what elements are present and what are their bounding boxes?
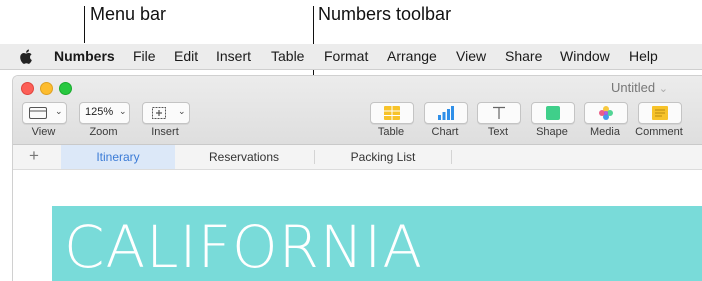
- tab-reservations[interactable]: Reservations: [175, 145, 313, 169]
- menu-edit[interactable]: Edit: [174, 48, 198, 64]
- menu-table[interactable]: Table: [271, 48, 304, 64]
- zoom-value: 125%: [85, 106, 114, 118]
- tab-packing-list[interactable]: Packing List: [315, 145, 451, 169]
- shape-button[interactable]: [531, 102, 575, 124]
- media-label: Media: [590, 126, 620, 138]
- zoom-label: Zoom: [89, 126, 118, 138]
- tab-itinerary[interactable]: Itinerary: [61, 145, 175, 169]
- menu-app-numbers[interactable]: Numbers: [54, 48, 115, 64]
- banner-title[interactable]: CALIFORNIA: [64, 212, 423, 281]
- document-title[interactable]: Untitled ⌄: [611, 80, 668, 95]
- document-title-text: Untitled: [611, 80, 656, 95]
- chart-button[interactable]: [424, 102, 468, 124]
- table-button[interactable]: [370, 102, 414, 124]
- menu-window[interactable]: Window: [560, 48, 610, 64]
- view-label: View: [31, 126, 56, 138]
- menu-arrange[interactable]: Arrange: [387, 48, 437, 64]
- chevron-down-icon: ⌄: [119, 106, 127, 116]
- shape-label: Shape: [536, 126, 568, 138]
- photos-flower-icon: [599, 106, 613, 120]
- text-label: Text: [487, 126, 509, 138]
- chevron-down-icon: ⌄: [55, 106, 63, 116]
- chevron-down-icon: ⌄: [178, 106, 186, 116]
- menu-file[interactable]: File: [133, 48, 156, 64]
- title-banner[interactable]: CALIFORNIA: [52, 206, 702, 281]
- comment-button[interactable]: [638, 102, 682, 124]
- minimize-window-button[interactable]: [40, 82, 53, 95]
- insert-button[interactable]: ⌄: [142, 102, 190, 124]
- zoom-button[interactable]: 125% ⌄: [79, 102, 130, 124]
- comment-label: Comment: [635, 126, 683, 138]
- insert-plus-icon: [152, 107, 166, 119]
- table-label: Table: [377, 126, 405, 138]
- media-button[interactable]: [584, 102, 628, 124]
- sheet-canvas[interactable]: CALIFORNIA: [13, 170, 702, 281]
- zoom-window-button[interactable]: [59, 82, 72, 95]
- apple-icon[interactable]: [19, 49, 33, 64]
- menu-format[interactable]: Format: [324, 48, 368, 64]
- comment-note-icon: [652, 106, 668, 120]
- menu-help[interactable]: Help: [629, 48, 658, 64]
- toolbar-callout-label: Numbers toolbar: [318, 4, 452, 24]
- menu-share[interactable]: Share: [505, 48, 542, 64]
- text-button[interactable]: [477, 102, 521, 124]
- text-icon: [493, 106, 505, 119]
- menu-view[interactable]: View: [456, 48, 486, 64]
- tab-divider: [451, 150, 452, 164]
- view-button[interactable]: ⌄: [22, 102, 67, 124]
- sidebar-icon: [29, 107, 47, 119]
- add-sheet-button[interactable]: +: [29, 146, 39, 166]
- toolbar: Untitled ⌄ ⌄ View 125% ⌄ Zoom ⌄ Insert T…: [13, 76, 702, 145]
- chart-label: Chart: [431, 126, 459, 138]
- insert-label: Insert: [151, 126, 179, 138]
- close-window-button[interactable]: [21, 82, 34, 95]
- numbers-window: Untitled ⌄ ⌄ View 125% ⌄ Zoom ⌄ Insert T…: [12, 75, 702, 281]
- menu-bar-callout-label: Menu bar: [90, 4, 167, 24]
- menu-insert[interactable]: Insert: [216, 48, 251, 64]
- menu-bar-callout-line: [84, 6, 85, 43]
- bar-chart-icon: [438, 106, 454, 120]
- table-icon: [384, 106, 400, 120]
- shape-square-icon: [546, 106, 560, 120]
- chevron-down-icon: ⌄: [658, 83, 668, 95]
- sheet-tab-bar: + Itinerary Reservations Packing List: [13, 145, 702, 170]
- menu-bar: Numbers File Edit Insert Table Format Ar…: [0, 44, 702, 70]
